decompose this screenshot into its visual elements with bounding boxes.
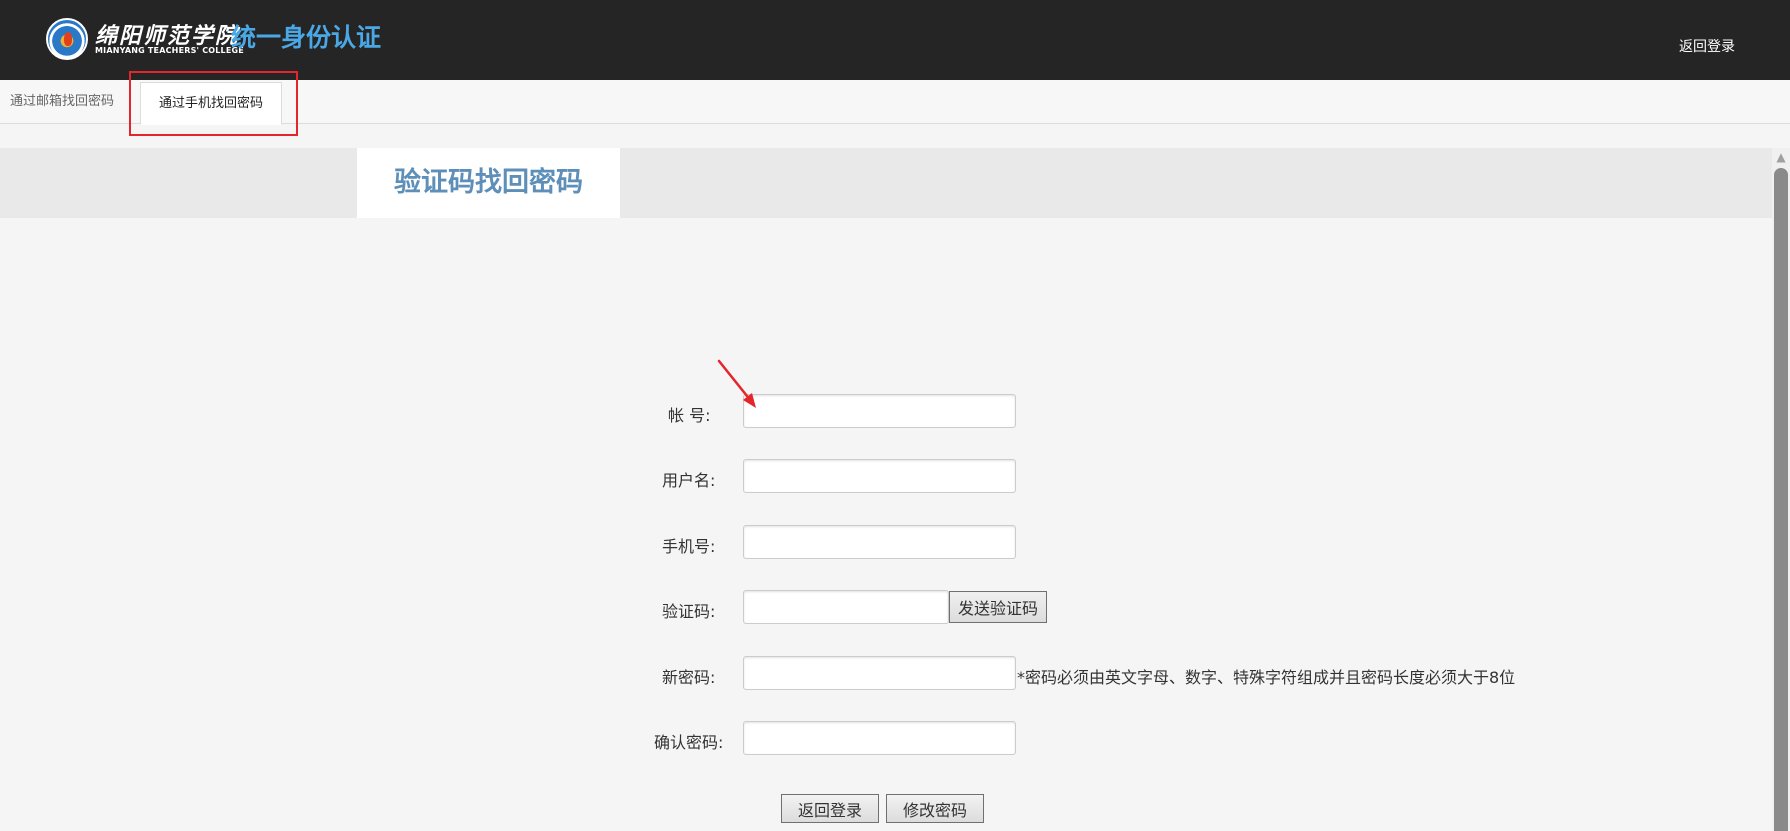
new-password-label: 新密码: bbox=[662, 668, 716, 687]
title-band: 验证码找回密码 bbox=[0, 148, 1772, 218]
confirm-password-label: 确认密码: bbox=[654, 733, 724, 752]
account-label: 帐 号: bbox=[668, 406, 711, 425]
code-label: 验证码: bbox=[662, 602, 716, 621]
chevron-up-icon[interactable]: ▲ bbox=[1772, 148, 1790, 166]
tab-bar: 通过邮箱找回密码 通过手机找回密码 bbox=[0, 80, 1790, 125]
top-header: 绵阳师范学院 MIANYANG TEACHERS' COLLEGE 统一身份认证… bbox=[0, 0, 1790, 80]
username-input[interactable] bbox=[743, 459, 1016, 493]
password-hint: *密码必须由英文字母、数字、特殊字符组成并且密码长度必须大于8位 bbox=[1017, 668, 1516, 687]
change-password-button[interactable]: 修改密码 bbox=[886, 794, 984, 823]
code-input[interactable] bbox=[743, 590, 949, 624]
phone-label: 手机号: bbox=[662, 537, 716, 556]
school-name-en: MIANYANG TEACHERS' COLLEGE bbox=[95, 46, 244, 55]
tab-phone-recovery[interactable]: 通过手机找回密码 bbox=[140, 82, 282, 125]
back-login-link[interactable]: 返回登录 bbox=[1679, 36, 1735, 56]
college-emblem-icon bbox=[46, 18, 88, 60]
tab-email-recovery[interactable]: 通过邮箱找回密码 bbox=[10, 80, 114, 124]
back-login-button[interactable]: 返回登录 bbox=[781, 794, 879, 823]
account-input[interactable] bbox=[743, 394, 1016, 428]
page-title: 验证码找回密码 bbox=[357, 148, 620, 218]
scrollbar-thumb[interactable] bbox=[1774, 168, 1788, 831]
new-password-input[interactable] bbox=[743, 656, 1016, 690]
system-title: 统一身份认证 bbox=[231, 23, 382, 52]
phone-input[interactable] bbox=[743, 525, 1016, 559]
confirm-password-input[interactable] bbox=[743, 721, 1016, 755]
send-code-button[interactable]: 发送验证码 bbox=[949, 591, 1047, 623]
username-label: 用户名: bbox=[662, 471, 716, 490]
